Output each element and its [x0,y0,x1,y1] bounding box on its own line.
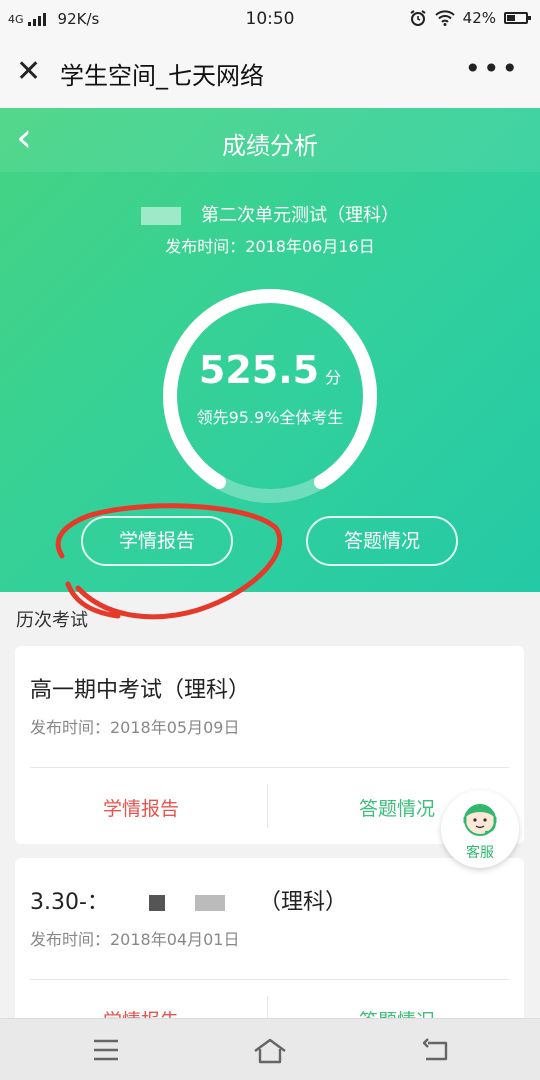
score-unit: 分 [325,368,342,387]
score-value: 525.5 [198,348,320,392]
answers-button[interactable]: 答题情况 [306,516,458,566]
rank-text: 领先95.9%全体考生 [196,408,344,427]
card-divider [30,979,509,980]
action-separator [267,784,268,828]
exam-publish-time: 发布时间：2018年06月16日 [165,237,375,256]
status-bar: 4G 92K/s 10:50 42% [0,0,540,38]
history-section-label: 历次考试 [16,610,88,631]
history-exam-name: 3.30-： （理科） [30,884,347,916]
score-display: 525.5 分 [0,348,540,392]
blurred-text [148,895,165,911]
card-divider [30,767,509,768]
menu-icon[interactable] [92,1037,120,1063]
history-report-button[interactable]: 学情报告 [15,794,267,821]
history-exam-name: 高一期中考试（理科） [30,678,251,703]
history-exam-date: 发布时间：2018年05月09日 [30,718,240,737]
score-ring [163,289,377,503]
more-icon[interactable]: ••• [464,52,520,85]
history-card: 3.30-：（理科） 发布时间：2018年04月01日 学情报告 答题情况 [15,858,524,1040]
exam-title: 第二次单元测试（理科） [0,201,540,227]
history-exam-date: 发布时间：2018年04月01日 [30,930,240,949]
blurred-text [194,895,225,911]
browser-title: 学生空间_七天网络 [60,62,264,90]
blurred-text [141,207,181,225]
home-icon[interactable] [252,1037,288,1065]
browser-title-bar: ✕ 学生空间_七天网络 ••• [0,38,540,108]
wifi-icon [434,10,455,26]
page-nav: ‹ 成绩分析 [0,108,540,172]
history-exam-name-suffix: （理科） [258,890,347,915]
alarm-icon [410,10,426,26]
battery-level: 42% [462,9,496,27]
history-exam-name-prefix: 3.30-： [30,890,109,915]
customer-service-icon [463,804,497,836]
back-icon[interactable] [420,1037,450,1063]
close-icon[interactable]: ✕ [16,54,41,90]
status-right: 42% [409,9,531,27]
battery-icon [504,12,531,24]
exam-name: 第二次单元测试（理科） [201,205,399,226]
customer-service-label: 客服 [466,845,494,861]
page-title: 成绩分析 [222,132,318,160]
system-nav-bar [0,1018,540,1080]
customer-service-button[interactable]: 客服 [441,790,519,868]
